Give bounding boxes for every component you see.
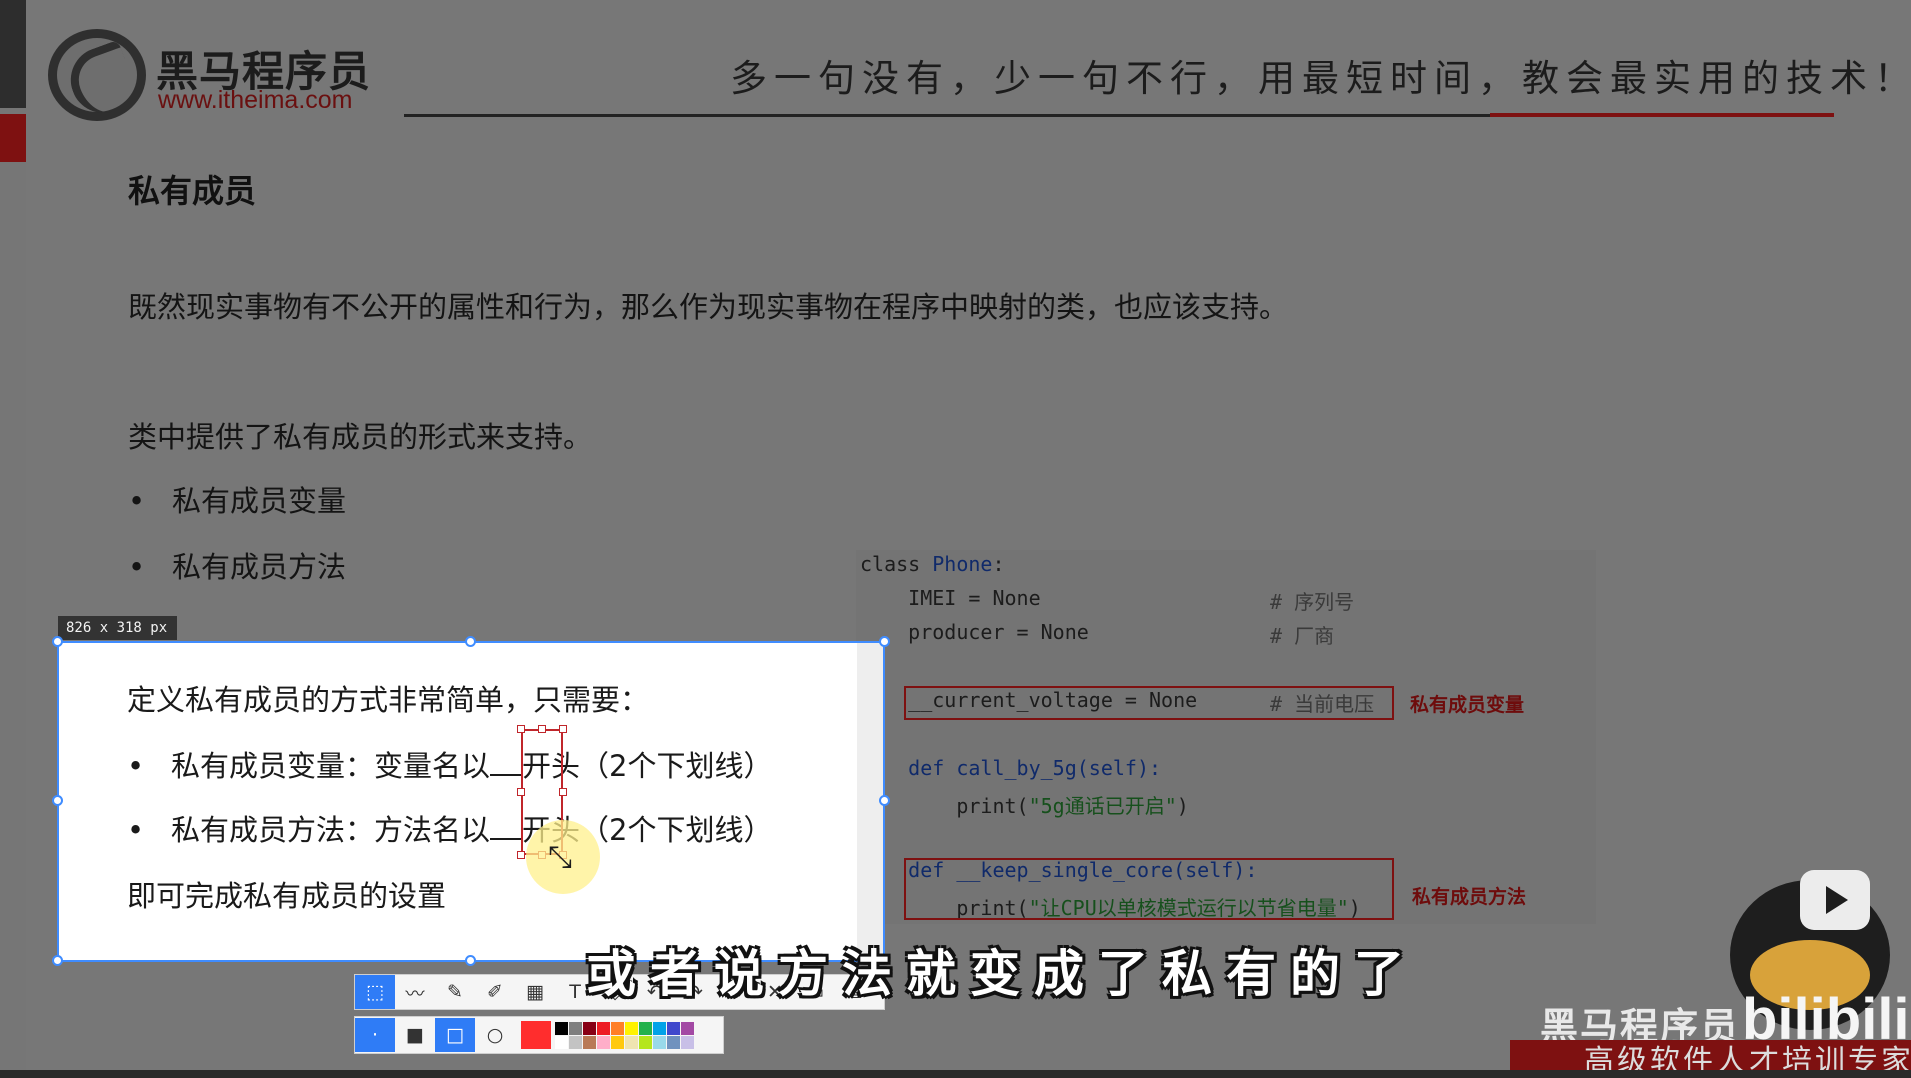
code-line-3: producer = None bbox=[860, 620, 1089, 644]
code-line-1: class Phone: bbox=[860, 552, 1005, 576]
code-comment: # 序列号 bbox=[1270, 590, 1355, 614]
bullet-dot: • bbox=[127, 749, 145, 783]
palette-color-swatch[interactable] bbox=[653, 1035, 666, 1049]
slide-paragraph-1: 既然现实事物有不公开的属性和行为，那么作为现实事物在程序中映射的类，也应该支持。 bbox=[128, 290, 1289, 324]
screenshot-selection[interactable]: 定义私有成员的方式非常简单，只需要： • 私有成员变量：变量名以 开头（2个下划线）… bbox=[57, 641, 885, 962]
code-line-5: def call_by_5g(self): bbox=[860, 756, 1161, 780]
horse-logo-icon bbox=[48, 29, 146, 121]
resize-handle-tr[interactable] bbox=[879, 636, 890, 647]
code-function: call_by_5g(self): bbox=[944, 756, 1162, 780]
bullet-dot: • bbox=[128, 550, 146, 584]
code-keyword: class bbox=[860, 552, 921, 576]
brand-logo: 黑马程序员 www.itheima.com bbox=[48, 26, 378, 121]
resize-handle-tl[interactable] bbox=[52, 636, 63, 647]
rect-handle[interactable] bbox=[517, 851, 525, 859]
selection-size-label: 826 x 318 px bbox=[58, 616, 177, 640]
rect-handle[interactable] bbox=[559, 788, 567, 796]
mosaic-tool-icon[interactable]: ▦ bbox=[515, 975, 555, 1009]
palette-color-swatch[interactable] bbox=[569, 1021, 582, 1035]
palette-color-swatch[interactable] bbox=[597, 1021, 610, 1035]
palette-color-swatch[interactable] bbox=[653, 1021, 666, 1035]
palette-color-swatch[interactable] bbox=[625, 1021, 638, 1035]
code-string: "5g通话已开启" bbox=[1028, 794, 1177, 818]
palette-color-swatch[interactable] bbox=[625, 1035, 638, 1049]
code-line-6: print("5g通话已开启") bbox=[860, 790, 1189, 819]
code-text: producer = None bbox=[860, 620, 1089, 644]
palette-color-swatch[interactable] bbox=[611, 1021, 624, 1035]
resize-handle-r[interactable] bbox=[879, 795, 890, 806]
marker-tool-icon[interactable]: ✐ bbox=[475, 975, 515, 1009]
fill-rect-icon[interactable]: ■ bbox=[395, 1018, 435, 1052]
resize-handle-l[interactable] bbox=[52, 795, 63, 806]
video-subtitle: 或者说方法就变成了私有的了 bbox=[586, 945, 1418, 1003]
bullet-dot: • bbox=[128, 484, 146, 518]
palette-color-swatch[interactable] bbox=[681, 1035, 694, 1049]
code-comment: # 厂商 bbox=[1270, 624, 1335, 648]
palette-color-swatch[interactable] bbox=[555, 1035, 568, 1049]
bullet-text: 私有成员变量：变量名以 bbox=[171, 749, 491, 783]
selection-line-1: 定义私有成员的方式非常简单，只需要： bbox=[127, 683, 650, 717]
select-tool-icon[interactable]: ⬚ bbox=[355, 975, 395, 1009]
slide-paragraph-2: 类中提供了私有成员的形式来支持。 bbox=[128, 420, 593, 454]
header-slogan: 多一句没有，少一句不行，用最短时间，教会最实用的技术！ bbox=[730, 57, 1911, 100]
ellipse-icon[interactable]: ○ bbox=[475, 1018, 515, 1052]
palette-color-swatch[interactable] bbox=[583, 1035, 596, 1049]
rect-handle[interactable] bbox=[517, 725, 525, 733]
color-palette bbox=[555, 1021, 694, 1049]
slide-bullet: • 私有成员方法 bbox=[128, 544, 346, 586]
selection-line-4: 即可完成私有成员的设置 bbox=[127, 879, 447, 913]
palette-color-swatch[interactable] bbox=[597, 1035, 610, 1049]
palette-color-swatch[interactable] bbox=[555, 1021, 568, 1035]
bullet-dot: • bbox=[127, 813, 145, 847]
palette-color-swatch[interactable] bbox=[569, 1035, 582, 1049]
left-bar-dark-block bbox=[0, 0, 26, 108]
code-class-name: Phone bbox=[932, 552, 993, 576]
code-punct: : bbox=[992, 552, 1005, 576]
pencil-tool-icon[interactable]: ✎ bbox=[435, 975, 475, 1009]
rect-handle[interactable] bbox=[517, 788, 525, 796]
rect-handle[interactable] bbox=[559, 725, 567, 733]
palette-color-swatch[interactable] bbox=[611, 1035, 624, 1049]
left-bar-red-block bbox=[0, 114, 26, 162]
bullet-text: 私有成员变量 bbox=[172, 484, 347, 518]
code-punct: ) bbox=[1176, 794, 1189, 818]
code-text: IMEI = None bbox=[860, 586, 1041, 610]
annotation-private-var: 私有成员变量 bbox=[1410, 694, 1525, 716]
annotation-private-method: 私有成员方法 bbox=[1412, 886, 1527, 908]
current-color-swatch[interactable] bbox=[521, 1021, 551, 1049]
resize-cursor-icon: ⤡ bbox=[548, 840, 572, 875]
private-method-highlight-box bbox=[904, 858, 1394, 920]
stroke-size-icon[interactable]: · bbox=[355, 1018, 395, 1052]
slide-bullet: • 私有成员变量 bbox=[128, 478, 346, 520]
palette-color-swatch[interactable] bbox=[639, 1021, 652, 1035]
outline-rect-icon[interactable]: □ bbox=[435, 1018, 475, 1052]
selection-bullet-1: • 私有成员变量：变量名以 开头（2个下划线） bbox=[127, 743, 772, 785]
bottom-strip bbox=[0, 1070, 1911, 1078]
palette-color-swatch[interactable] bbox=[667, 1021, 680, 1035]
palette-color-swatch[interactable] bbox=[583, 1021, 596, 1035]
bullet-text: 私有成员方法 bbox=[172, 550, 347, 584]
double-underscore bbox=[490, 818, 523, 840]
annotation-style-bar: · ■ □ ○ bbox=[354, 1016, 724, 1054]
code-line-2: IMEI = None bbox=[860, 586, 1041, 610]
rect-handle[interactable] bbox=[538, 725, 546, 733]
line-tool-icon[interactable]: 〰 bbox=[395, 975, 435, 1009]
brand-url: www.itheima.com bbox=[158, 86, 353, 114]
bullet-text: 私有成员方法：方法名以 bbox=[171, 813, 491, 847]
play-icon bbox=[1800, 870, 1870, 930]
double-underscore bbox=[490, 754, 523, 776]
resize-handle-t[interactable] bbox=[465, 636, 476, 647]
left-edge-bar bbox=[0, 0, 26, 1078]
slide-title: 私有成员 bbox=[128, 172, 257, 210]
resize-handle-bl[interactable] bbox=[52, 955, 63, 966]
palette-color-swatch[interactable] bbox=[681, 1021, 694, 1035]
palette-color-swatch[interactable] bbox=[639, 1035, 652, 1049]
private-var-highlight-box bbox=[904, 686, 1394, 720]
selection-bullet-2: • 私有成员方法：方法名以 开头（2个下划线） bbox=[127, 807, 772, 849]
resize-handle-b[interactable] bbox=[465, 955, 476, 966]
header-divider-accent bbox=[1490, 113, 1834, 117]
palette-color-swatch[interactable] bbox=[667, 1035, 680, 1049]
